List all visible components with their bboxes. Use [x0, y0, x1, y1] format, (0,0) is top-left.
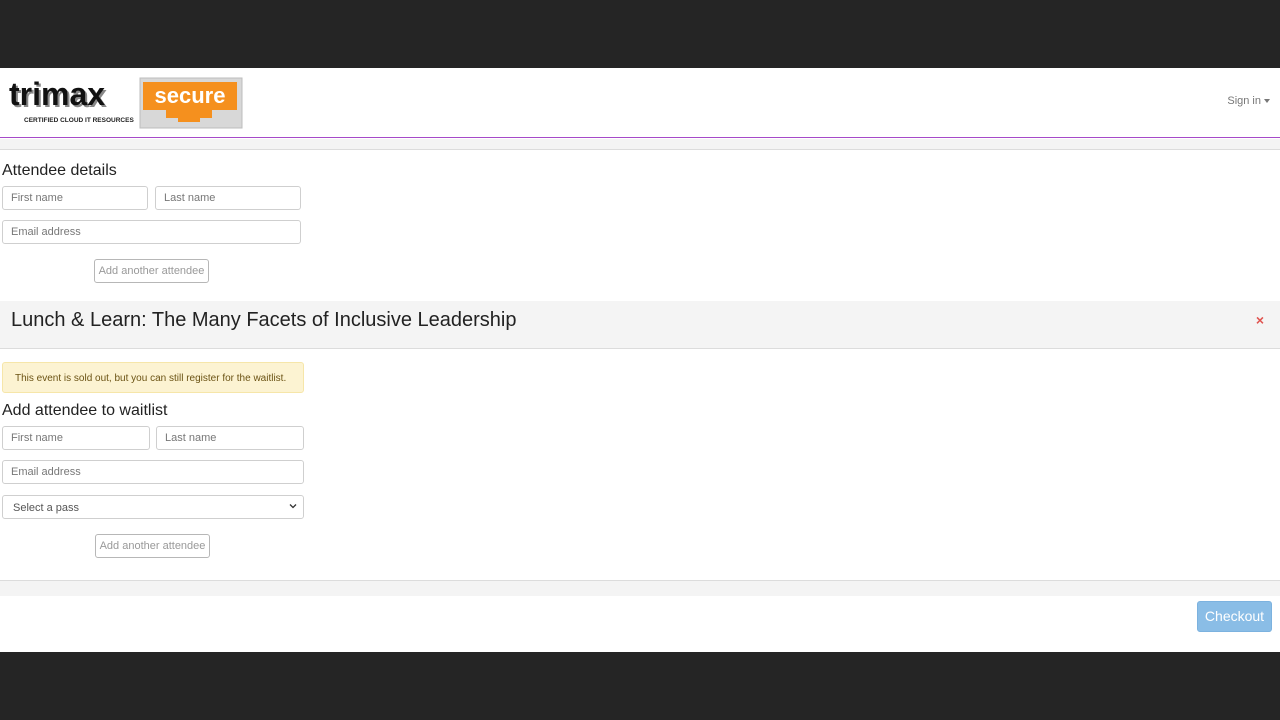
first-name-input[interactable]: First name [2, 186, 148, 210]
waitlist-last-name-input[interactable]: Last name [156, 426, 304, 450]
sign-in-dropdown[interactable]: Sign in [1227, 95, 1270, 107]
chevron-down-icon [289, 504, 297, 509]
last-name-input[interactable]: Last name [155, 186, 301, 210]
pass-select[interactable]: Select a pass [2, 495, 304, 519]
attendee-details-heading: Attendee details [2, 162, 117, 179]
header: secure trimax trimax CERTIFIED CLOUD IT … [0, 68, 1280, 138]
logo-text: trimax [9, 76, 105, 112]
waitlist-email-input[interactable]: Email address [2, 460, 304, 484]
pass-select-value: Select a pass [13, 502, 80, 514]
event-header: Lunch & Learn: The Many Facets of Inclus… [0, 301, 1280, 349]
logo-tagline: CERTIFIED CLOUD IT RESOURCES [24, 117, 134, 124]
event-title: Lunch & Learn: The Many Facets of Inclus… [11, 309, 517, 331]
waitlist-first-name-input[interactable]: First name [2, 426, 150, 450]
page: secure trimax trimax CERTIFIED CLOUD IT … [0, 68, 1280, 652]
close-icon[interactable]: × [1256, 312, 1264, 328]
logo-badge-text: secure [155, 83, 226, 108]
footer-divider [0, 580, 1280, 596]
section-divider [0, 139, 1280, 150]
sign-in-label: Sign in [1227, 95, 1261, 107]
trimax-secure-logo[interactable]: secure trimax trimax CERTIFIED CLOUD IT … [8, 76, 244, 130]
sold-out-alert: This event is sold out, but you can stil… [2, 362, 304, 393]
add-another-attendee-button[interactable]: Add another attendee [94, 259, 209, 283]
email-input[interactable]: Email address [2, 220, 301, 244]
waitlist-heading: Add attendee to waitlist [2, 402, 168, 419]
checkout-button[interactable]: Checkout [1197, 601, 1272, 632]
waitlist-add-another-attendee-button[interactable]: Add another attendee [95, 534, 210, 558]
caret-down-icon [1264, 99, 1270, 104]
